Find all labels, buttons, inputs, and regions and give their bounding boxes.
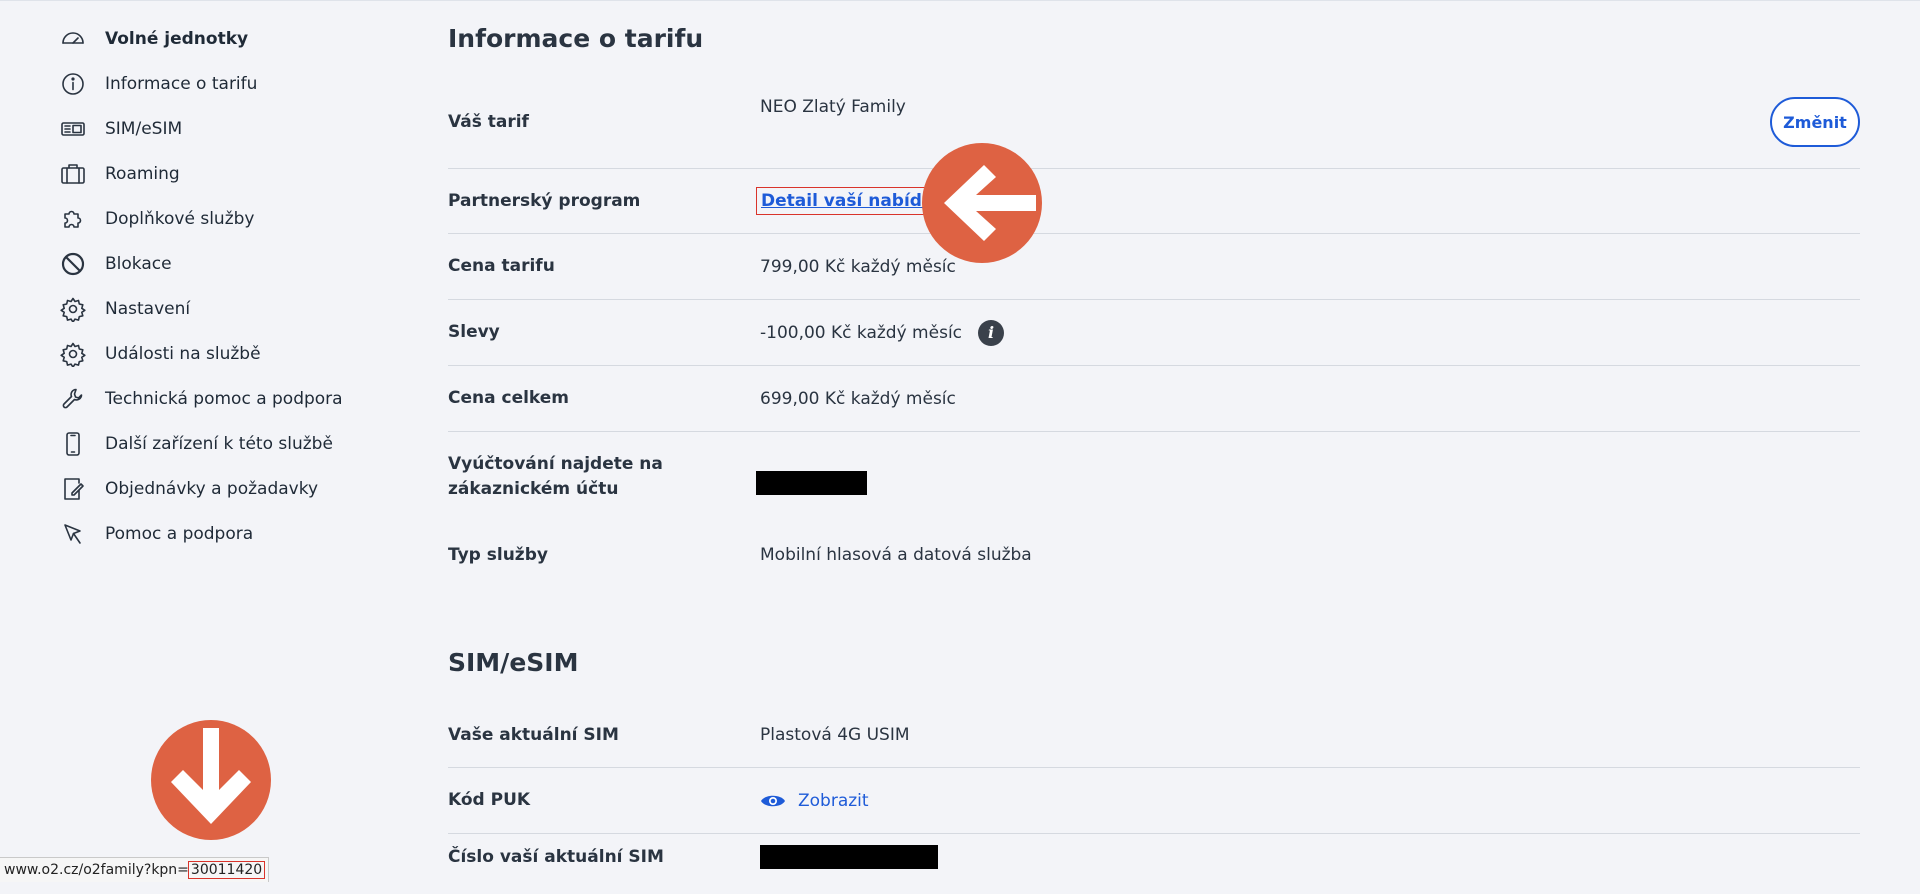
cursor-icon bbox=[58, 519, 88, 549]
down-arrow-annotation bbox=[151, 720, 271, 840]
row-label: Cena tarifu bbox=[448, 256, 555, 276]
tariff-name: NEO Zlatý Family bbox=[760, 97, 906, 117]
row-label: Váš tarif bbox=[448, 111, 529, 132]
block-icon bbox=[58, 249, 88, 279]
show-puk-label: Zobrazit bbox=[798, 790, 869, 811]
row-aktualni-sim: Vaše aktuální SIM Plastová 4G USIM bbox=[448, 703, 1860, 768]
sidebar-item-label: Roaming bbox=[105, 163, 180, 184]
status-url-kpn: 30011420 bbox=[187, 861, 266, 879]
offer-detail-link[interactable]: Detail vaší nabídky bbox=[755, 187, 950, 215]
puzzle-icon bbox=[58, 204, 88, 234]
row-cena-tarifu: Cena tarifu 799,00 Kč každý měsíc bbox=[448, 234, 1860, 300]
tariff-section-title: Informace o tarifu bbox=[448, 24, 704, 53]
arrow-left-icon bbox=[944, 165, 1036, 241]
row-vas-tarif: Váš tarif NEO Zlatý Family Změnit bbox=[448, 76, 1860, 169]
sidebar-item-sim-esim[interactable]: SIM/eSIM bbox=[58, 106, 388, 151]
sidebar-item-objednavky[interactable]: Objednávky a požadavky bbox=[58, 466, 388, 511]
sidebar-item-blokace[interactable]: Blokace bbox=[58, 241, 388, 286]
sidebar-item-label: Volné jednotky bbox=[105, 28, 249, 49]
row-vyuctovani: Vyúčtování najdete na zákaznickém účtu bbox=[448, 432, 1860, 517]
row-label: Vaše aktuální SIM bbox=[448, 724, 619, 745]
row-typ-sluzby: Typ služby Mobilní hlasová a datová služ… bbox=[448, 525, 1860, 585]
sim-card-icon bbox=[58, 114, 88, 144]
sidebar-item-label: Další zařízení k této službě bbox=[105, 433, 333, 454]
sidebar-item-pomoc-a-podpora[interactable]: Pomoc a podpora bbox=[58, 511, 388, 556]
row-label: Partnerský program bbox=[448, 190, 641, 211]
row-label: Slevy bbox=[448, 322, 500, 342]
row-label: Vyúčtování najdete na zákaznickém účtu bbox=[448, 454, 663, 499]
row-cislo-sim: Číslo vaší aktuální SIM bbox=[448, 834, 1860, 894]
wrench-icon bbox=[58, 384, 88, 414]
sidebar-item-label: Blokace bbox=[105, 253, 172, 274]
sidebar-item-label: SIM/eSIM bbox=[105, 118, 183, 139]
sidebar-item-dalsi-zarizeni[interactable]: Další zařízení k této službě bbox=[58, 421, 388, 466]
status-url-bar: www.o2.cz/o2family?kpn= 30011420 bbox=[0, 857, 270, 882]
sidebar-item-label: Události na službě bbox=[105, 343, 261, 364]
arrow-down-icon bbox=[171, 728, 251, 824]
sidebar-item-label: Informace o tarifu bbox=[105, 73, 258, 94]
gear-icon bbox=[58, 339, 88, 369]
gear-icon bbox=[58, 294, 88, 324]
row-slevy: Slevy -100,00 Kč každý měsíc i bbox=[448, 300, 1860, 366]
redacted-sim-number bbox=[760, 845, 938, 869]
row-label: Typ služby bbox=[448, 544, 548, 565]
sidebar-item-udalosti-na-sluzbe[interactable]: Události na službě bbox=[58, 331, 388, 376]
row-cena-celkem: Cena celkem 699,00 Kč každý měsíc bbox=[448, 366, 1860, 432]
sidebar-item-informace-o-tarifu[interactable]: Informace o tarifu bbox=[58, 61, 388, 106]
top-divider bbox=[0, 0, 1920, 1]
sim-section-title: SIM/eSIM bbox=[448, 648, 579, 677]
phone-icon bbox=[58, 429, 88, 459]
suitcase-icon bbox=[58, 159, 88, 189]
redacted-account bbox=[756, 471, 867, 495]
sidebar-item-nastaveni[interactable]: Nastavení bbox=[58, 286, 388, 331]
speedometer-icon bbox=[58, 24, 88, 54]
row-label: Cena celkem bbox=[448, 388, 570, 408]
show-puk-link[interactable]: Zobrazit bbox=[760, 791, 869, 811]
sidebar-item-label: Objednávky a požadavky bbox=[105, 478, 319, 499]
sidebar-item-label: Technická pomoc a podpora bbox=[105, 388, 343, 409]
discount-value: -100,00 Kč každý měsíc bbox=[760, 322, 963, 343]
sidebar-item-label: Pomoc a podpora bbox=[105, 523, 254, 544]
change-tariff-button[interactable]: Změnit bbox=[1770, 97, 1860, 147]
document-edit-icon bbox=[58, 474, 88, 504]
left-arrow-annotation bbox=[922, 143, 1042, 263]
total-price: 699,00 Kč každý měsíc bbox=[760, 388, 956, 409]
sidebar-item-doplnkove-sluzby[interactable]: Doplňkové služby bbox=[58, 196, 388, 241]
sidebar-item-roaming[interactable]: Roaming bbox=[58, 151, 388, 196]
sidebar-nav: Volné jednotky Informace o tarifu SIM/eS… bbox=[58, 16, 388, 556]
row-label: Kód PUK bbox=[448, 790, 531, 810]
info-icon[interactable]: i bbox=[978, 319, 1005, 346]
row-label: Číslo vaší aktuální SIM bbox=[448, 846, 664, 867]
service-type: Mobilní hlasová a datová služba bbox=[760, 545, 1032, 565]
sidebar-item-label: Nastavení bbox=[105, 298, 191, 319]
status-url: www.o2.cz/o2family?kpn= bbox=[4, 862, 189, 878]
sidebar-item-technicka-pomoc[interactable]: Technická pomoc a podpora bbox=[58, 376, 388, 421]
sim-type: Plastová 4G USIM bbox=[760, 725, 910, 745]
info-circle-icon bbox=[58, 69, 88, 99]
sidebar-item-volne-jednotky[interactable]: Volné jednotky bbox=[58, 16, 388, 61]
row-kod-puk: Kód PUK Zobrazit bbox=[448, 768, 1860, 834]
row-partnersky-program: Partnerský program Detail vaší nabídky bbox=[448, 169, 1860, 234]
eye-icon bbox=[761, 795, 785, 806]
sidebar-item-label: Doplňkové služby bbox=[105, 208, 255, 229]
